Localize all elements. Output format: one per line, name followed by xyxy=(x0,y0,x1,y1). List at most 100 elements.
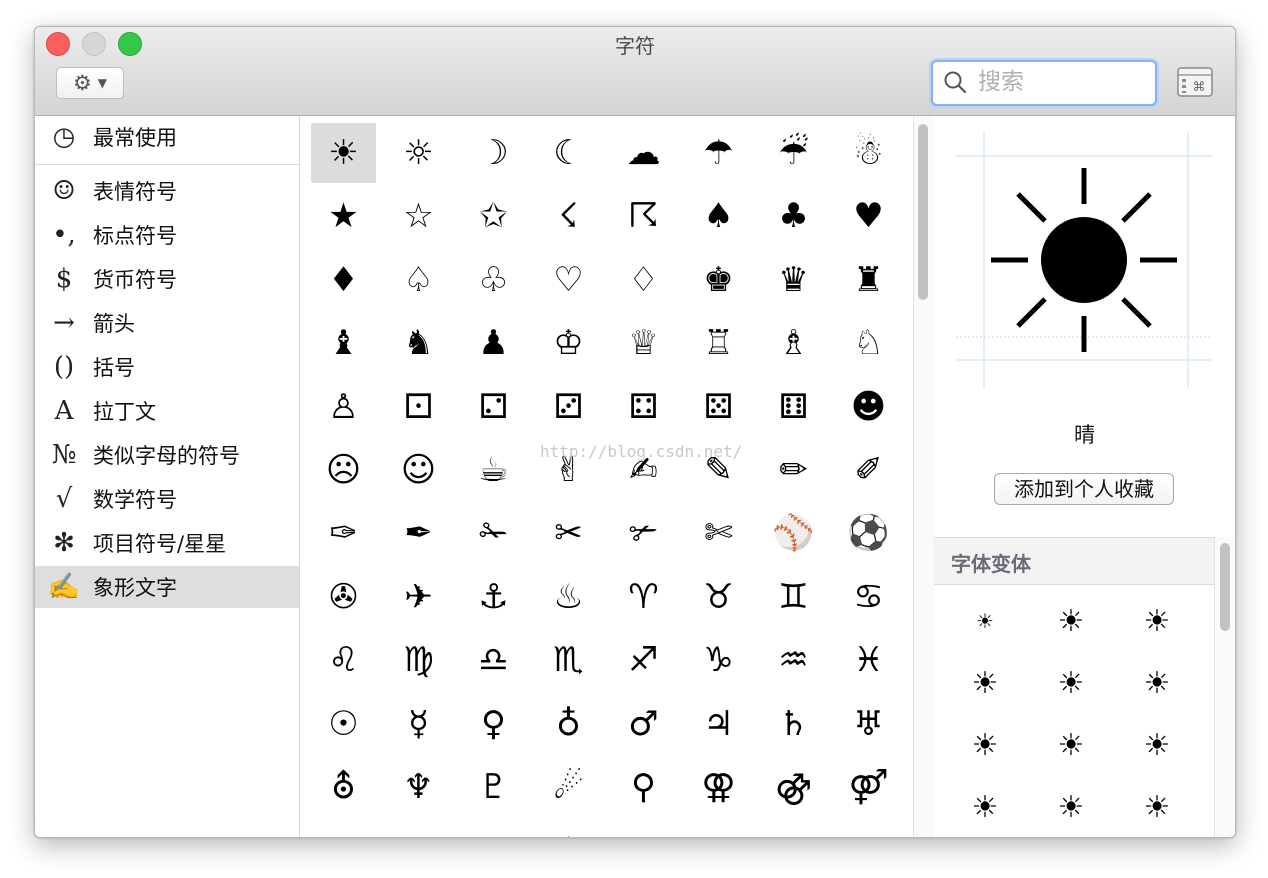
character-cell[interactable]: ♒ xyxy=(761,630,826,690)
sidebar-item-latin[interactable]: A 拉丁文 xyxy=(35,390,299,432)
character-cell[interactable]: ♠ xyxy=(686,186,751,246)
character-cell[interactable]: ♀ xyxy=(461,694,526,754)
character-cell[interactable]: ♣ xyxy=(761,186,826,246)
font-variant-cell[interactable]: ☀ xyxy=(1114,714,1200,776)
character-cell[interactable]: ♎ xyxy=(461,630,526,690)
character-cell[interactable]: ☇ xyxy=(536,186,601,246)
character-cell[interactable]: ☹ xyxy=(311,440,376,500)
character-cell[interactable]: ⚣ xyxy=(761,757,826,817)
character-cell[interactable]: ⚲ xyxy=(611,757,676,817)
character-cell[interactable]: ♢ xyxy=(611,250,676,310)
character-cell[interactable]: ☺ xyxy=(386,440,451,500)
sidebar-item-arrows[interactable]: → 箭头 xyxy=(35,302,299,344)
add-to-favorites-button[interactable]: 添加到个人收藏 xyxy=(994,473,1174,505)
character-cell[interactable]: ✄ xyxy=(686,503,751,563)
sidebar-item-math[interactable]: √ 数学符号 xyxy=(35,478,299,520)
character-cell[interactable]: ☁ xyxy=(611,123,676,183)
character-cell[interactable]: ♅ xyxy=(836,694,901,754)
keyboard-viewer-icon[interactable]: ⌘ xyxy=(1177,67,1213,97)
character-cell[interactable]: ☻ xyxy=(836,377,901,437)
character-cell[interactable]: ✇ xyxy=(311,567,376,627)
character-cell[interactable]: ♝ xyxy=(311,313,376,373)
sidebar-item-bullets-stars[interactable]: ✻ 项目符号/星星 xyxy=(35,522,299,564)
character-cell[interactable]: ♙ xyxy=(311,377,376,437)
character-cell[interactable]: ♗ xyxy=(761,313,826,373)
character-cell[interactable]: ♚ xyxy=(686,250,751,310)
character-cell[interactable]: ☉ xyxy=(311,694,376,754)
character-cell[interactable]: ⚅ xyxy=(761,377,826,437)
character-cell[interactable]: ♌ xyxy=(311,630,376,690)
character-cell[interactable]: ♄ xyxy=(761,694,826,754)
character-cell[interactable]: ⚄ xyxy=(686,377,751,437)
character-cell[interactable]: ♥ xyxy=(836,186,901,246)
sidebar-item-pictographs[interactable]: ✍ 象形文字 xyxy=(35,566,299,608)
settings-menu-button[interactable]: ⚙ ▼ xyxy=(56,67,124,99)
character-cell[interactable]: ♖ xyxy=(686,313,751,373)
character-cell[interactable]: ♐ xyxy=(611,630,676,690)
character-cell[interactable]: ☔ xyxy=(761,123,826,183)
character-cell[interactable]: ♇ xyxy=(461,757,526,817)
font-variant-cell[interactable]: ☀ xyxy=(1028,714,1114,776)
character-cell[interactable]: ♨ xyxy=(536,567,601,627)
character-cell[interactable]: ★ xyxy=(311,186,376,246)
character-cell[interactable]: ✂ xyxy=(536,503,601,563)
character-cell[interactable]: ♁ xyxy=(536,694,601,754)
character-cell[interactable]: ♦ xyxy=(311,250,376,310)
character-cell[interactable]: ⚢ xyxy=(686,757,751,817)
character-cell[interactable]: ♏ xyxy=(536,630,601,690)
character-cell[interactable]: ☼ xyxy=(386,123,451,183)
character-cell[interactable]: ☂ xyxy=(686,123,751,183)
character-cell[interactable]: ☀ xyxy=(311,123,376,183)
font-variant-cell[interactable]: ☀ xyxy=(942,590,1028,652)
character-cell[interactable]: ♤ xyxy=(386,250,451,310)
character-cell[interactable]: ✁ xyxy=(461,503,526,563)
font-variant-cell[interactable]: ☀ xyxy=(942,652,1028,714)
font-variant-cell[interactable]: ☀ xyxy=(942,776,1028,837)
character-cell[interactable]: ✃ xyxy=(611,503,676,563)
character-cell[interactable]: ♆ xyxy=(386,757,451,817)
character-cell[interactable]: ♜ xyxy=(836,250,901,310)
character-cell[interactable]: ⛢ xyxy=(311,757,376,817)
character-cell[interactable]: ☃ xyxy=(836,123,901,183)
character-cell[interactable]: ⚾ xyxy=(761,503,826,563)
character-cell[interactable]: ☿ xyxy=(386,694,451,754)
character-cell[interactable]: ✏ xyxy=(761,440,826,500)
font-variant-cell[interactable]: ☀ xyxy=(1028,776,1114,837)
character-cell[interactable]: ⚃ xyxy=(611,377,676,437)
character-cell[interactable]: ♑ xyxy=(686,630,751,690)
character-cell[interactable]: ♛ xyxy=(761,250,826,310)
character-cell[interactable]: ✐ xyxy=(836,440,901,500)
font-variant-cell[interactable]: ☀ xyxy=(1114,776,1200,837)
character-cell[interactable]: ♋ xyxy=(836,567,901,627)
character-cell[interactable]: ♦ xyxy=(536,820,601,837)
character-cell[interactable]: ☽ xyxy=(461,123,526,183)
character-cell[interactable]: ♘ xyxy=(836,313,901,373)
character-cell[interactable]: ⚤ xyxy=(836,757,901,817)
character-cell[interactable]: ♓ xyxy=(836,630,901,690)
sidebar-item-letterlike[interactable]: № 类似字母的符号 xyxy=(35,434,299,476)
character-cell[interactable]: ✩ xyxy=(461,186,526,246)
search-input[interactable] xyxy=(978,65,1148,99)
character-cell[interactable]: ♟ xyxy=(461,313,526,373)
variants-scrollbar[interactable] xyxy=(1214,537,1235,837)
character-cell[interactable]: ♂ xyxy=(611,694,676,754)
character-cell[interactable]: ⚂ xyxy=(536,377,601,437)
character-cell[interactable]: ♍ xyxy=(386,630,451,690)
search-field[interactable] xyxy=(931,60,1157,106)
grid-scrollbar-thumb[interactable] xyxy=(918,124,928,300)
sidebar-item-frequent[interactable]: ◷ 最常使用 xyxy=(35,116,299,158)
grid-scrollbar[interactable] xyxy=(913,116,935,837)
font-variant-cell[interactable]: ☀ xyxy=(1028,652,1114,714)
font-variant-cell[interactable]: ☀ xyxy=(1028,590,1114,652)
character-cell[interactable]: ✑ xyxy=(311,503,376,563)
character-cell[interactable]: ✈ xyxy=(386,567,451,627)
character-cell[interactable]: ⚓ xyxy=(461,567,526,627)
character-cell[interactable]: ☾ xyxy=(536,123,601,183)
sidebar-item-punctuation[interactable]: •, 标点符号 xyxy=(35,214,299,256)
character-cell[interactable]: ♞ xyxy=(386,313,451,373)
character-cell[interactable]: ✒ xyxy=(386,503,451,563)
character-cell[interactable]: ♈ xyxy=(611,567,676,627)
character-cell[interactable]: ⚽ xyxy=(836,503,901,563)
character-cell[interactable]: ⚁ xyxy=(461,377,526,437)
font-variant-cell[interactable]: ☀ xyxy=(1114,652,1200,714)
